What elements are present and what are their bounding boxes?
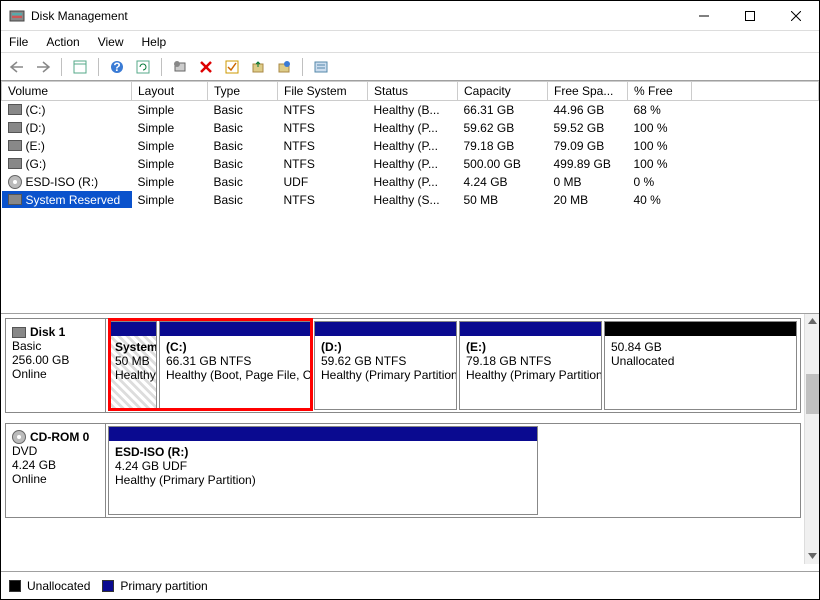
disk-icon [8, 194, 22, 205]
table-row[interactable]: System ReservedSimpleBasicNTFSHealthy (S… [2, 191, 819, 209]
partition[interactable]: System50 MBHealthy [108, 321, 157, 410]
volume-name: ESD-ISO (R:) [26, 175, 99, 189]
column-header[interactable]: Capacity [458, 82, 548, 101]
partition-title: System [115, 340, 150, 354]
partition-title: (D:) [321, 340, 450, 354]
cd-icon [12, 430, 26, 444]
disk-icon [8, 158, 22, 169]
partition-title: (E:) [466, 340, 595, 354]
table-row[interactable]: ESD-ISO (R:)SimpleBasicUDFHealthy (P...4… [2, 173, 819, 191]
settings-icon[interactable] [169, 56, 191, 78]
title-bar: Disk Management [1, 1, 819, 31]
scrollbar[interactable] [804, 314, 819, 564]
action1-icon[interactable] [247, 56, 269, 78]
close-button[interactable] [773, 1, 819, 31]
delete-icon[interactable] [195, 56, 217, 78]
disk-name: Disk 1 [30, 325, 65, 339]
disk-map-panel: Disk 1Basic256.00 GBOnlineSystem50 MBHea… [1, 314, 819, 564]
disk-icon [12, 327, 26, 338]
forward-button[interactable] [32, 56, 54, 78]
help-icon[interactable]: ? [106, 56, 128, 78]
app-icon [9, 8, 25, 24]
disk-icon [8, 122, 22, 133]
volume-name: (G:) [26, 157, 47, 171]
partition-title: (C:) [166, 340, 305, 354]
column-header[interactable]: % Free [628, 82, 692, 101]
column-header[interactable]: Status [368, 82, 458, 101]
volume-name: (E:) [26, 139, 45, 153]
column-header[interactable]: Layout [132, 82, 208, 101]
legend: Unallocated Primary partition [1, 571, 819, 599]
partition[interactable]: (E:)79.18 GB NTFSHealthy (Primary Partit… [459, 321, 602, 410]
column-header[interactable]: Volume [2, 82, 132, 101]
window-title: Disk Management [31, 9, 681, 23]
disk-label[interactable]: Disk 1Basic256.00 GBOnline [6, 319, 106, 412]
disk-row: Disk 1Basic256.00 GBOnlineSystem50 MBHea… [5, 318, 801, 413]
legend-primary-label: Primary partition [120, 579, 207, 593]
table-row[interactable]: (E:)SimpleBasicNTFSHealthy (P...79.18 GB… [2, 137, 819, 155]
minimize-button[interactable] [681, 1, 727, 31]
column-header[interactable]: Free Spa... [548, 82, 628, 101]
disk-icon [8, 140, 22, 151]
properties-icon[interactable] [310, 56, 332, 78]
legend-primary-swatch [102, 580, 114, 592]
toolbar: ? [1, 53, 819, 81]
volume-name: System Reserved [26, 193, 121, 207]
check-icon[interactable] [221, 56, 243, 78]
table-row[interactable]: (D:)SimpleBasicNTFSHealthy (P...59.62 GB… [2, 119, 819, 137]
svg-text:?: ? [113, 60, 120, 74]
maximize-button[interactable] [727, 1, 773, 31]
partition-title: ESD-ISO (R:) [115, 445, 531, 459]
column-header[interactable]: Type [208, 82, 278, 101]
disk-row: CD-ROM 0DVD4.24 GBOnlineESD-ISO (R:)4.24… [5, 423, 801, 518]
volume-list-panel: VolumeLayoutTypeFile SystemStatusCapacit… [1, 81, 819, 314]
cd-icon [8, 175, 22, 189]
volume-table[interactable]: VolumeLayoutTypeFile SystemStatusCapacit… [1, 81, 819, 209]
menu-action[interactable]: Action [46, 35, 79, 49]
action2-icon[interactable] [273, 56, 295, 78]
legend-unallocated-swatch [9, 580, 21, 592]
partition[interactable]: ESD-ISO (R:)4.24 GB UDFHealthy (Primary … [108, 426, 538, 515]
column-header[interactable]: File System [278, 82, 368, 101]
back-button[interactable] [6, 56, 28, 78]
table-row[interactable]: (C:)SimpleBasicNTFSHealthy (B...66.31 GB… [2, 101, 819, 120]
menu-help[interactable]: Help [142, 35, 167, 49]
refresh-icon[interactable] [132, 56, 154, 78]
disk-label[interactable]: CD-ROM 0DVD4.24 GBOnline [6, 424, 106, 517]
menu-file[interactable]: File [9, 35, 28, 49]
disk-name: CD-ROM 0 [30, 430, 89, 444]
disk-icon [8, 104, 22, 115]
menu-bar: File Action View Help [1, 31, 819, 53]
menu-view[interactable]: View [98, 35, 124, 49]
legend-unallocated-label: Unallocated [27, 579, 90, 593]
volume-name: (D:) [26, 121, 46, 135]
table-row[interactable]: (G:)SimpleBasicNTFSHealthy (P...500.00 G… [2, 155, 819, 173]
volume-name: (C:) [26, 103, 46, 117]
show-hide-icon[interactable] [69, 56, 91, 78]
partition[interactable]: (C:)66.31 GB NTFSHealthy (Boot, Page Fil… [159, 321, 312, 410]
partition[interactable]: 50.84 GBUnallocated [604, 321, 797, 410]
partition[interactable]: (D:)59.62 GB NTFSHealthy (Primary Partit… [314, 321, 457, 410]
